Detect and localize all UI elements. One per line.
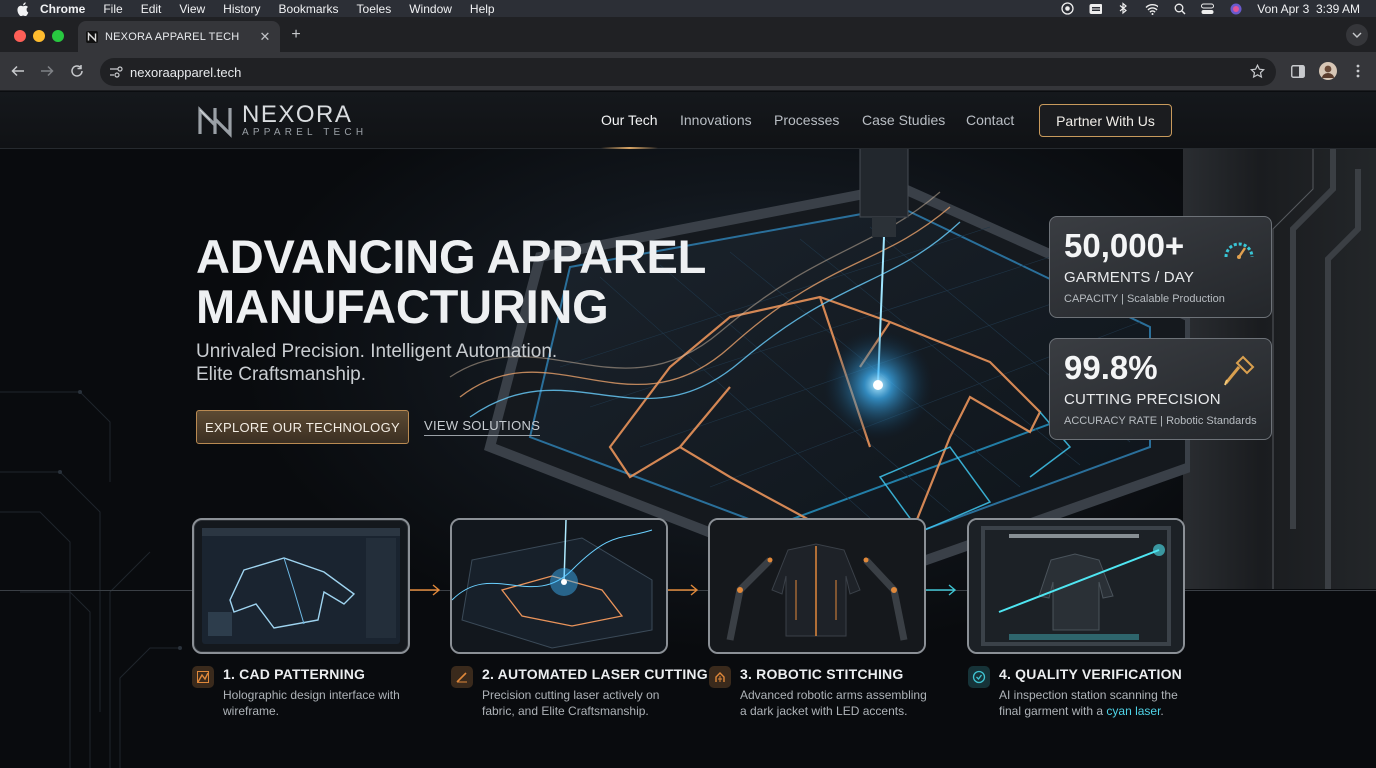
step-desc-line: Advanced robotic arms assembling bbox=[740, 688, 927, 702]
step-desc-line: Holographic design interface with bbox=[223, 688, 400, 702]
stat-label: CUTTING PRECISION bbox=[1064, 391, 1221, 408]
step-title-stitching: 3. ROBOTIC STITCHING bbox=[740, 666, 904, 682]
nav-our-tech[interactable]: Our Tech bbox=[601, 112, 658, 128]
more-menu-icon[interactable] bbox=[1350, 63, 1366, 79]
nav-contact[interactable]: Contact bbox=[966, 112, 1014, 128]
nav-processes[interactable]: Processes bbox=[774, 112, 839, 128]
explore-technology-button[interactable]: EXPLORE OUR TECHNOLOGY bbox=[196, 410, 409, 444]
step-desc-line: AI inspection station scanning the bbox=[999, 688, 1178, 702]
wifi-icon[interactable] bbox=[1145, 2, 1159, 15]
hero-title: ADVANCING APPAREL MANUFACTURING bbox=[196, 232, 756, 332]
step-desc-line: a dark jacket with LED accents. bbox=[740, 703, 908, 718]
step-desc-line: wireframe. bbox=[223, 703, 280, 718]
step-desc-line: final garment with a cyan laser. bbox=[999, 704, 1199, 720]
logo-name: NEXORA bbox=[242, 101, 353, 128]
process-arrow-icon bbox=[668, 584, 699, 596]
step-description-laser: Precision cutting laser actively on fabr… bbox=[482, 688, 682, 719]
new-tab-icon[interactable]: + bbox=[288, 26, 304, 43]
step-desc-text: . bbox=[1160, 703, 1164, 718]
side-panel-icon[interactable] bbox=[1290, 63, 1306, 79]
keyboard-icon[interactable] bbox=[1089, 2, 1103, 15]
cyan-laser-highlight: cyan laser bbox=[1106, 703, 1161, 718]
process-arrow-icon bbox=[926, 584, 957, 596]
step-desc-line: fabric, and Elite Craftsmanship. bbox=[482, 703, 649, 718]
stat-label: GARMENTS / DAY bbox=[1064, 269, 1195, 286]
tab-title: NEXORA APPAREL TECH bbox=[105, 30, 240, 43]
hero-subtitle: Unrivaled Precision. Intelligent Automat… bbox=[196, 340, 596, 386]
robotic-stitching-image[interactable] bbox=[708, 518, 926, 654]
process-arrow-icon bbox=[410, 584, 441, 596]
laser-tool-icon bbox=[1224, 355, 1255, 386]
step-desc-line: Precision cutting laser actively on bbox=[482, 688, 660, 702]
step-description-quality: AI inspection station scanning the final… bbox=[999, 688, 1199, 719]
quality-verification-image[interactable] bbox=[967, 518, 1185, 654]
tab-search-icon[interactable] bbox=[1346, 24, 1368, 46]
laser-icon bbox=[451, 666, 473, 688]
hero-subtitle-line-2: Elite Craftsmanship. bbox=[196, 364, 367, 385]
window-zoom-button[interactable] bbox=[52, 30, 64, 42]
site-settings-icon[interactable] bbox=[108, 64, 124, 80]
bluetooth-icon[interactable] bbox=[1117, 2, 1130, 15]
stat-card-precision: 99.8% CUTTING PRECISION ACCURACY RATE | … bbox=[1049, 338, 1272, 440]
step-desc-text: final garment with a bbox=[999, 703, 1107, 718]
hero-subtitle-line-1: Unrivaled Precision. Intelligent Automat… bbox=[196, 341, 558, 362]
menu-view[interactable]: View bbox=[179, 2, 205, 16]
window-minimize-button[interactable] bbox=[33, 30, 45, 42]
step-title-quality: 4. QUALITY VERIFICATION bbox=[999, 666, 1182, 682]
cad-patterning-image[interactable] bbox=[192, 518, 410, 654]
url-text[interactable]: nexoraapparel.tech bbox=[130, 65, 241, 80]
step-title-cad: 1. CAD PATTERNING bbox=[223, 666, 366, 682]
nexora-logo-icon bbox=[198, 106, 232, 138]
menu-window[interactable]: Window bbox=[409, 2, 452, 16]
web-page: NEXORA APPAREL TECH Our Tech Innovations… bbox=[0, 92, 1376, 768]
stat-card-capacity: 50,000+ GARMENTS / DAY CAPACITY | Scalab… bbox=[1049, 216, 1272, 318]
window-close-button[interactable] bbox=[14, 30, 26, 42]
bookmark-star-icon[interactable] bbox=[1249, 63, 1266, 80]
hero-title-line-1: ADVANCING APPAREL bbox=[196, 230, 707, 283]
browser-toolbar: nexoraapparel.tech bbox=[0, 52, 1376, 91]
partner-with-us-button[interactable]: Partner With Us bbox=[1039, 104, 1172, 137]
profile-avatar[interactable] bbox=[1319, 62, 1337, 80]
macos-menu-bar: Chrome File Edit View History Bookmarks … bbox=[0, 0, 1376, 17]
favicon-icon bbox=[86, 30, 98, 43]
control-center-icon[interactable] bbox=[1201, 2, 1215, 15]
menu-history[interactable]: History bbox=[223, 2, 260, 16]
reload-icon[interactable] bbox=[69, 63, 85, 79]
apple-logo-icon[interactable] bbox=[16, 1, 30, 16]
menu-help[interactable]: Help bbox=[470, 2, 495, 16]
back-icon[interactable] bbox=[10, 63, 26, 79]
laser-cutting-image[interactable] bbox=[450, 518, 668, 654]
logo-subtitle: APPAREL TECH bbox=[242, 127, 368, 138]
step-description-cad: Holographic design interface with wirefr… bbox=[223, 688, 423, 719]
stat-caption: CAPACITY | Scalable Production bbox=[1064, 293, 1225, 305]
step-title-laser: 2. AUTOMATED LASER CUTTING bbox=[482, 666, 708, 682]
site-header: NEXORA APPAREL TECH Our Tech Innovations… bbox=[0, 92, 1376, 149]
menu-bookmarks[interactable]: Bookmarks bbox=[279, 2, 339, 16]
siri-icon[interactable] bbox=[1229, 2, 1242, 15]
hero-title-line-2: MANUFACTURING bbox=[196, 280, 609, 333]
menu-tools[interactable]: Toeles bbox=[357, 2, 392, 16]
site-logo[interactable]: NEXORA APPAREL TECH bbox=[196, 102, 367, 140]
close-tab-icon[interactable]: ✕ bbox=[258, 29, 272, 44]
step-description-stitching: Advanced robotic arms assembling a dark … bbox=[740, 688, 940, 719]
menu-file[interactable]: File bbox=[103, 2, 122, 16]
screen-record-icon[interactable] bbox=[1061, 2, 1074, 15]
spotlight-search-icon[interactable] bbox=[1173, 2, 1186, 15]
check-shield-icon bbox=[968, 666, 990, 688]
menu-edit[interactable]: Edit bbox=[141, 2, 162, 16]
nav-case-studies[interactable]: Case Studies bbox=[862, 112, 945, 128]
menu-clock[interactable]: Von Apr 3 3:39 AM bbox=[1257, 2, 1360, 16]
gauge-icon bbox=[1224, 242, 1254, 259]
pattern-icon bbox=[192, 666, 214, 688]
menu-app-name[interactable]: Chrome bbox=[40, 2, 85, 16]
browser-tab[interactable]: NEXORA APPAREL TECH ✕ bbox=[78, 21, 280, 52]
view-solutions-link[interactable]: VIEW SOLUTIONS bbox=[424, 418, 541, 436]
nav-innovations[interactable]: Innovations bbox=[680, 112, 752, 128]
address-bar[interactable]: nexoraapparel.tech bbox=[100, 58, 1276, 86]
stat-caption: ACCURACY RATE | Robotic Standards bbox=[1064, 415, 1257, 427]
active-nav-indicator bbox=[601, 147, 658, 149]
forward-icon[interactable] bbox=[39, 63, 55, 79]
robot-icon bbox=[709, 666, 731, 688]
